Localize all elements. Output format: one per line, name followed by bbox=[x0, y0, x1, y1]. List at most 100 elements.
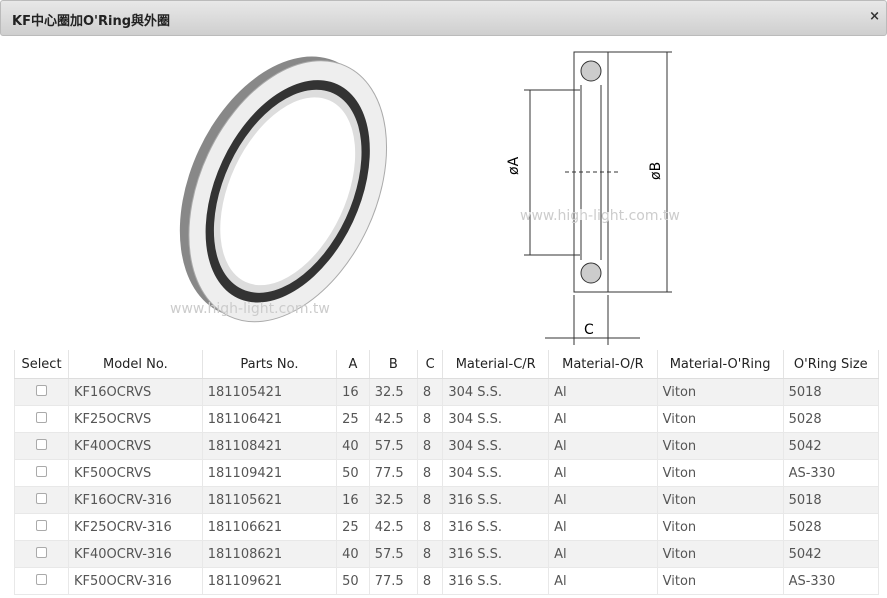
table-cell: 304 S.S. bbox=[443, 379, 549, 406]
select-cell bbox=[15, 487, 69, 514]
table-row[interactable]: KF40OCRVS1811084214057.58304 S.S.AlViton… bbox=[15, 433, 879, 460]
column-header: Material-O'Ring bbox=[657, 350, 783, 379]
table-cell: 181105621 bbox=[202, 487, 336, 514]
table-cell: KF25OCRV-316 bbox=[68, 514, 202, 541]
table-cell: 8 bbox=[417, 514, 442, 541]
table-cell: 5018 bbox=[783, 379, 878, 406]
select-checkbox[interactable] bbox=[36, 493, 47, 504]
select-checkbox[interactable] bbox=[36, 466, 47, 477]
table-cell: Al bbox=[549, 568, 658, 595]
table-header: SelectModel No.Parts No.ABCMaterial-C/RM… bbox=[15, 350, 879, 379]
select-cell bbox=[15, 379, 69, 406]
table-cell: KF25OCRVS bbox=[68, 406, 202, 433]
table-cell: 57.5 bbox=[369, 433, 417, 460]
product-table: SelectModel No.Parts No.ABCMaterial-C/RM… bbox=[14, 350, 879, 595]
select-checkbox[interactable] bbox=[36, 547, 47, 558]
column-header: Material-C/R bbox=[443, 350, 549, 379]
table-cell: 42.5 bbox=[369, 406, 417, 433]
table-cell: 25 bbox=[337, 406, 370, 433]
table-row[interactable]: KF16OCRVS1811054211632.58304 S.S.AlViton… bbox=[15, 379, 879, 406]
table-cell: 50 bbox=[337, 568, 370, 595]
table-cell: 42.5 bbox=[369, 514, 417, 541]
column-header: Material-O/R bbox=[549, 350, 658, 379]
table-cell: KF40OCRV-316 bbox=[68, 541, 202, 568]
table-cell: 8 bbox=[417, 433, 442, 460]
table-cell: 304 S.S. bbox=[443, 406, 549, 433]
table-cell: 77.5 bbox=[369, 568, 417, 595]
table-cell: 8 bbox=[417, 379, 442, 406]
table-cell: Viton bbox=[657, 460, 783, 487]
table-cell: Al bbox=[549, 433, 658, 460]
table-row[interactable]: KF16OCRV-3161811056211632.58316 S.S.AlVi… bbox=[15, 487, 879, 514]
table-cell: 16 bbox=[337, 487, 370, 514]
table-cell: 5018 bbox=[783, 487, 878, 514]
table-cell: 5028 bbox=[783, 514, 878, 541]
label-b: øB bbox=[648, 162, 664, 180]
select-cell bbox=[15, 514, 69, 541]
table-cell: 40 bbox=[337, 433, 370, 460]
column-header: A bbox=[337, 350, 370, 379]
table-cell: 32.5 bbox=[369, 379, 417, 406]
table-cell: 8 bbox=[417, 568, 442, 595]
select-checkbox[interactable] bbox=[36, 412, 47, 423]
table-cell: Al bbox=[549, 406, 658, 433]
table-cell: Viton bbox=[657, 433, 783, 460]
table-cell: 5028 bbox=[783, 406, 878, 433]
table-cell: KF50OCRV-316 bbox=[68, 568, 202, 595]
dialog-title: KF中心圈加O'Ring與外圈 bbox=[12, 10, 170, 29]
column-header: Parts No. bbox=[202, 350, 336, 379]
column-header: C bbox=[417, 350, 442, 379]
select-cell bbox=[15, 568, 69, 595]
table-cell: Al bbox=[549, 514, 658, 541]
table-cell: AS-330 bbox=[783, 460, 878, 487]
table-row[interactable]: KF50OCRV-3161811096215077.58316 S.S.AlVi… bbox=[15, 568, 879, 595]
table-cell: 8 bbox=[417, 406, 442, 433]
close-icon[interactable]: × bbox=[869, 9, 880, 24]
table-cell: Viton bbox=[657, 568, 783, 595]
column-header: O'Ring Size bbox=[783, 350, 878, 379]
table-cell: 304 S.S. bbox=[443, 433, 549, 460]
select-cell bbox=[15, 460, 69, 487]
select-checkbox[interactable] bbox=[36, 574, 47, 585]
table-cell: Al bbox=[549, 460, 658, 487]
select-cell bbox=[15, 406, 69, 433]
table-cell: Viton bbox=[657, 541, 783, 568]
select-checkbox[interactable] bbox=[36, 520, 47, 531]
table-cell: 32.5 bbox=[369, 487, 417, 514]
column-header: Model No. bbox=[68, 350, 202, 379]
table-row[interactable]: KF40OCRV-3161811086214057.58316 S.S.AlVi… bbox=[15, 541, 879, 568]
table-cell: 8 bbox=[417, 541, 442, 568]
table-cell: 5042 bbox=[783, 541, 878, 568]
table-cell: 8 bbox=[417, 487, 442, 514]
table-cell: 181109421 bbox=[202, 460, 336, 487]
table-cell: 16 bbox=[337, 379, 370, 406]
table-cell: KF40OCRVS bbox=[68, 433, 202, 460]
table-cell: 316 S.S. bbox=[443, 487, 549, 514]
label-a: øA bbox=[506, 156, 522, 175]
table-cell: 181108421 bbox=[202, 433, 336, 460]
table-cell: 181106621 bbox=[202, 514, 336, 541]
table-cell: 181105421 bbox=[202, 379, 336, 406]
table-row[interactable]: KF25OCRVS1811064212542.58304 S.S.AlViton… bbox=[15, 406, 879, 433]
dimension-diagram: øA øB C www.high-light.com.tw bbox=[500, 40, 710, 345]
table-row[interactable]: KF50OCRVS1811094215077.58304 S.S.AlViton… bbox=[15, 460, 879, 487]
table-cell: KF16OCRV-316 bbox=[68, 487, 202, 514]
product-image: www.high-light.com.tw bbox=[160, 40, 430, 340]
table-cell: 57.5 bbox=[369, 541, 417, 568]
table-cell: Al bbox=[549, 379, 658, 406]
table-cell: KF16OCRVS bbox=[68, 379, 202, 406]
table-cell: 181106421 bbox=[202, 406, 336, 433]
table-cell: 304 S.S. bbox=[443, 460, 549, 487]
table-cell: Viton bbox=[657, 379, 783, 406]
column-header: B bbox=[369, 350, 417, 379]
select-checkbox[interactable] bbox=[36, 439, 47, 450]
table-cell: 316 S.S. bbox=[443, 568, 549, 595]
select-checkbox[interactable] bbox=[36, 385, 47, 396]
table-row[interactable]: KF25OCRV-3161811066212542.58316 S.S.AlVi… bbox=[15, 514, 879, 541]
table-cell: 316 S.S. bbox=[443, 541, 549, 568]
table-cell: Al bbox=[549, 541, 658, 568]
select-cell bbox=[15, 541, 69, 568]
table-cell: KF50OCRVS bbox=[68, 460, 202, 487]
table-cell: 316 S.S. bbox=[443, 514, 549, 541]
table-cell: AS-330 bbox=[783, 568, 878, 595]
